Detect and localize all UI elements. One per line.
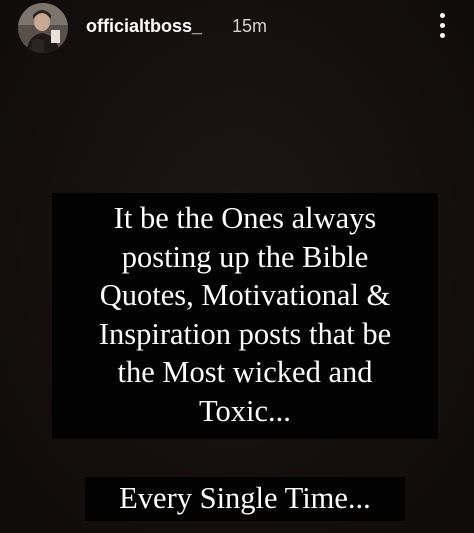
caption-line: Quotes, Motivational & xyxy=(99,278,391,313)
caption-line: the Most wicked and xyxy=(117,355,373,390)
avatar-image xyxy=(18,3,68,53)
more-options-button[interactable] xyxy=(432,10,452,42)
story-header: officialtboss_ 15m xyxy=(0,0,474,56)
caption-line: posting up the Bible xyxy=(121,239,369,274)
username[interactable]: officialtboss_ xyxy=(86,15,202,37)
timestamp: 15m xyxy=(232,16,268,36)
caption-line: Inspiration posts that be xyxy=(98,316,392,351)
story-view[interactable]: officialtboss_ 15m It be the Ones always… xyxy=(0,0,474,533)
story-tagline: Every Single Time... xyxy=(119,481,371,515)
more-vertical-icon xyxy=(440,23,445,28)
more-vertical-icon xyxy=(440,13,445,18)
caption-line: It be the Ones always xyxy=(113,201,377,235)
caption-line: Toxic... xyxy=(199,393,291,428)
avatar[interactable] xyxy=(18,3,68,53)
more-vertical-icon xyxy=(440,33,445,38)
story-caption: It be the Ones always posting up the Bib… xyxy=(52,199,438,431)
